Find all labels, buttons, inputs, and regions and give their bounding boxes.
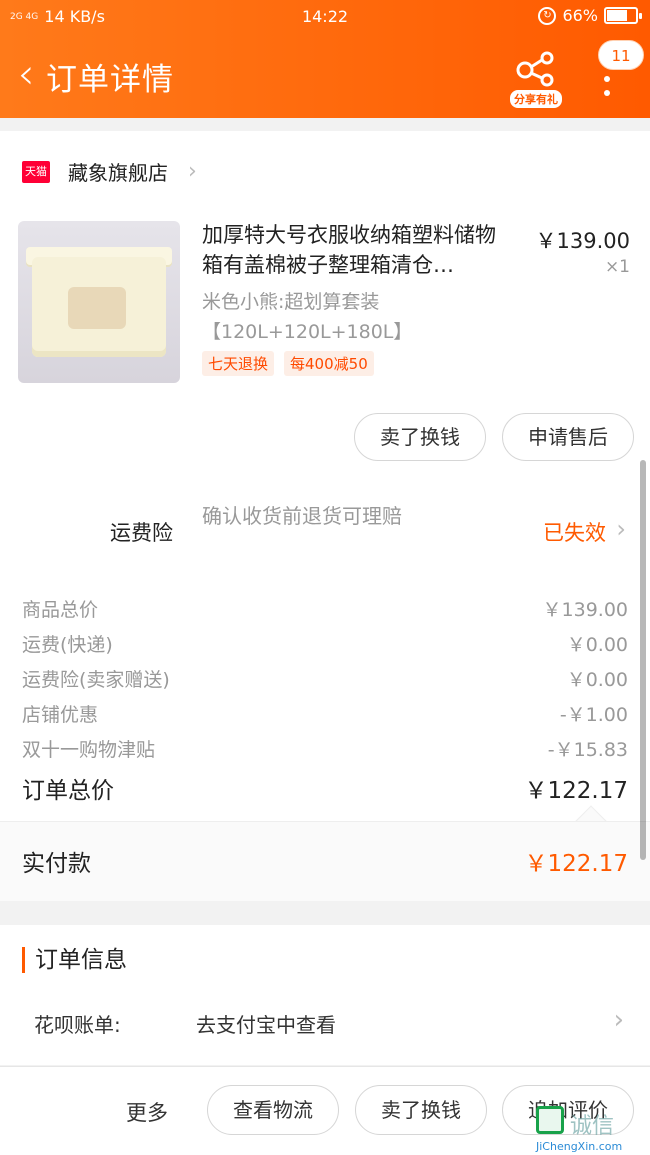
back-button[interactable]: ‹ — [8, 50, 44, 98]
product-sku: 米色小熊:超划算套装 【120L+120L+180L】 — [202, 287, 412, 347]
shipping-insurance-row[interactable]: 运费险 确认收货前退货可理赔 已失效 › — [0, 471, 650, 581]
price-summary: 商品总价 ￥139.00 运费(快递) ￥0.00 运费险(卖家赠送) ￥0.0… — [0, 581, 650, 821]
summary-key: 运费(快递) — [22, 634, 113, 656]
order-total-value: ￥122.17 — [524, 778, 628, 804]
product-card: 天猫 藏象旗舰店 › 加厚特大号衣服收纳箱塑料储物箱有盖棉被子整理箱清仓… ￥1… — [0, 131, 650, 471]
store-link[interactable]: 天猫 藏象旗舰店 › — [22, 157, 197, 186]
summary-row: 运费险(卖家赠送) ￥0.00 — [22, 665, 628, 695]
summary-row: 双十一购物津贴 -￥15.83 — [22, 735, 628, 765]
more-button[interactable]: 更多 — [126, 1097, 168, 1127]
summary-value: ￥0.00 — [566, 634, 628, 656]
rotation-lock-icon: ↻ — [538, 6, 557, 25]
insurance-status: 已失效 — [543, 521, 606, 545]
more-dot — [604, 90, 610, 96]
product-tags: 七天退换 每400减50 — [202, 351, 374, 376]
after-sales-button[interactable]: 申请售后 — [502, 413, 634, 461]
watermark-logo-icon — [536, 1106, 564, 1134]
summary-row: 运费(快递) ￥0.00 — [22, 630, 628, 660]
bear-sticker-icon — [68, 287, 126, 329]
product-title[interactable]: 加厚特大号衣服收纳箱塑料储物箱有盖棉被子整理箱清仓… — [202, 220, 514, 280]
insurance-desc: 确认收货前退货可理赔 — [202, 504, 402, 528]
nav-bar: ‹ 订单详情 分享有礼 — [0, 38, 650, 114]
scrollbar[interactable] — [640, 460, 646, 860]
notification-badge[interactable]: 11 — [598, 40, 644, 70]
chevron-right-icon[interactable]: › — [614, 1005, 624, 1035]
watermark-url: JiChengXin.com — [536, 1140, 623, 1153]
summary-key: 双十一购物津贴 — [22, 739, 156, 761]
chevron-right-icon: › — [616, 515, 626, 543]
battery-icon — [604, 7, 642, 24]
order-total-row: 订单总价 ￥122.17 — [22, 771, 628, 804]
order-info-title: 订单信息 — [22, 947, 127, 973]
store-name: 藏象旗舰店 — [68, 161, 168, 185]
order-info-section: 订单信息 花呗账单: 去支付宝中查看 › — [0, 925, 650, 1065]
chevron-right-icon: › — [188, 159, 197, 184]
sell-button[interactable]: 卖了换钱 — [354, 413, 486, 461]
watermark-text: 诚信 — [570, 1114, 615, 1139]
summary-key: 商品总价 — [22, 599, 99, 621]
more-dots-icon — [604, 76, 610, 82]
summary-key: 运费险(卖家赠送) — [22, 669, 170, 691]
insurance-label: 运费险 — [110, 521, 173, 545]
summary-value: ￥139.00 — [542, 599, 628, 621]
tag-return: 七天退换 — [202, 351, 275, 376]
summary-value: -￥1.00 — [559, 704, 628, 726]
summary-value: ￥0.00 — [566, 669, 628, 691]
actual-payment-label: 实付款 — [22, 851, 91, 877]
view-logistics-button[interactable]: 查看物流 — [207, 1085, 339, 1135]
share-label: 分享有礼 — [510, 90, 562, 108]
actual-payment-row: 实付款 ￥122.17 — [0, 821, 650, 901]
product-quantity: ×1 — [604, 257, 630, 277]
share-button[interactable]: 分享有礼 — [508, 48, 564, 108]
sku-line-2: 【120L+120L+180L】 — [202, 321, 413, 343]
summary-key: 店铺优惠 — [22, 704, 99, 726]
page-title: 订单详情 — [46, 62, 174, 98]
product-image[interactable] — [18, 221, 180, 383]
watermark: 诚信 JiChengXin.com — [536, 1106, 646, 1153]
order-total-label: 订单总价 — [22, 778, 114, 804]
app-header: 2G 4G 14 KB/s 14:22 ↻ 66% ‹ 订单详情 分享有礼 11 — [0, 0, 650, 118]
sku-line-1: 米色小熊:超划算套装 — [202, 291, 380, 313]
status-bar: 2G 4G 14 KB/s 14:22 ↻ 66% — [0, 0, 650, 34]
battery-percent: 66% — [562, 6, 598, 25]
status-right: ↻ 66% — [538, 6, 642, 25]
actual-payment-value: ￥122.17 — [524, 851, 628, 877]
summary-row: 商品总价 ￥139.00 — [22, 595, 628, 625]
share-icon — [516, 51, 554, 87]
more-menu-button[interactable] — [592, 76, 622, 124]
product-price: ￥139.00 — [535, 229, 630, 253]
tag-discount: 每400减50 — [284, 351, 374, 376]
huabei-bill-link[interactable]: 去支付宝中查看 — [196, 1009, 336, 1038]
sell-again-button[interactable]: 卖了换钱 — [355, 1085, 487, 1135]
tmall-icon: 天猫 — [22, 160, 50, 183]
huabei-bill-label: 花呗账单: — [34, 1013, 121, 1037]
summary-row: 店铺优惠 -￥1.00 — [22, 700, 628, 730]
summary-value: -￥15.83 — [547, 739, 628, 761]
